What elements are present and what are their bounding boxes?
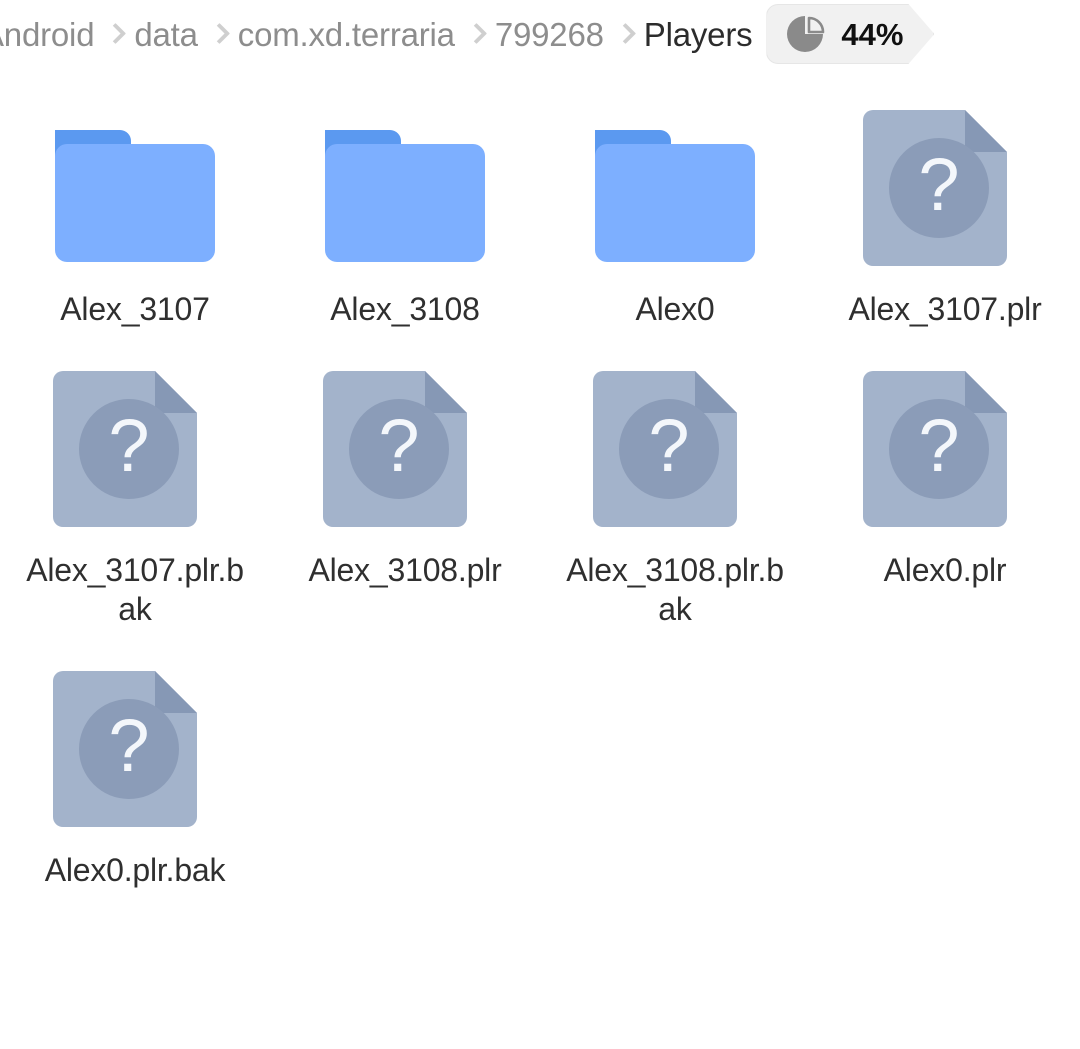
item-label: Alex0.plr.bak [44, 852, 226, 889]
svg-text:?: ? [108, 704, 149, 787]
svg-text:?: ? [378, 404, 419, 487]
unknown-file-icon-wrapper[interactable]: ? [45, 657, 225, 835]
breadcrumb-segment-data[interactable]: data [134, 18, 198, 51]
file-item[interactable]: ? Alex_3108.plr [270, 329, 540, 629]
folder-icon [55, 130, 215, 262]
storage-usage-badge[interactable]: 44% [766, 4, 934, 64]
chevron-right-icon [460, 19, 490, 49]
file-item[interactable]: ? Alex0.plr.bak [0, 629, 270, 890]
folder-item[interactable]: Alex_3107 [0, 68, 270, 329]
item-label: Alex_3108 [330, 291, 480, 327]
item-label: Alex_3108.plr [308, 552, 502, 589]
file-item[interactable]: ? Alex_3107.plr [810, 68, 1080, 329]
breadcrumb-bar: Android data com.xd.terraria 799268 Players 4… [0, 0, 1080, 68]
pie-chart-icon [787, 14, 827, 54]
breadcrumb: Android data com.xd.terraria 799268 Players 4… [0, 4, 934, 64]
svg-text:?: ? [918, 404, 959, 487]
folder-icon [325, 130, 485, 262]
file-item[interactable]: ? Alex0.plr [810, 329, 1080, 629]
unknown-file-icon-wrapper[interactable]: ? [585, 357, 765, 535]
svg-text:?: ? [918, 143, 959, 226]
unknown-file-icon-wrapper[interactable]: ? [315, 357, 495, 535]
item-label: Alex_3107.plr [848, 291, 1042, 327]
unknown-file-icon: ? [323, 371, 467, 528]
item-label: Alex_3107.plr.bak [26, 552, 244, 628]
unknown-file-icon: ? [593, 371, 737, 528]
chevron-right-icon [609, 19, 639, 49]
folder-icon [595, 130, 755, 262]
chevron-right-icon [203, 19, 233, 49]
chevron-right-icon [99, 19, 129, 49]
file-item[interactable]: ? Alex_3107.plr.bak [0, 329, 270, 629]
folder-item[interactable]: Alex_3108 [270, 68, 540, 329]
breadcrumb-segment-players[interactable]: Players [644, 18, 753, 51]
item-label: Alex0 [635, 291, 715, 327]
folder-icon-wrapper[interactable] [45, 96, 225, 274]
unknown-file-icon: ? [53, 371, 197, 528]
file-grid: Alex_3107 Alex_3108 Alex0? Alex_3107.plr? Al… [0, 68, 1080, 890]
svg-text:?: ? [108, 404, 149, 487]
svg-text:?: ? [648, 404, 689, 487]
unknown-file-icon-wrapper[interactable]: ? [855, 96, 1035, 274]
file-item[interactable]: ? Alex_3108.plr.bak [540, 329, 810, 629]
unknown-file-icon: ? [863, 371, 1007, 528]
breadcrumb-segment-android[interactable]: Android [0, 18, 95, 51]
unknown-file-icon-wrapper[interactable]: ? [45, 357, 225, 535]
item-label: Alex0.plr [883, 552, 1007, 589]
unknown-file-icon: ? [863, 110, 1007, 266]
breadcrumb-segment-799268[interactable]: 799268 [495, 18, 604, 51]
folder-icon-wrapper[interactable] [585, 96, 765, 274]
folder-item[interactable]: Alex0 [540, 68, 810, 329]
unknown-file-icon-wrapper[interactable]: ? [855, 357, 1035, 535]
storage-usage-value: 44% [841, 16, 904, 52]
unknown-file-icon: ? [53, 671, 197, 828]
item-label: Alex_3108.plr.bak [566, 552, 784, 628]
breadcrumb-segment-com-xd-terraria[interactable]: com.xd.terraria [238, 18, 455, 51]
item-label: Alex_3107 [60, 291, 210, 327]
folder-icon-wrapper[interactable] [315, 96, 495, 274]
